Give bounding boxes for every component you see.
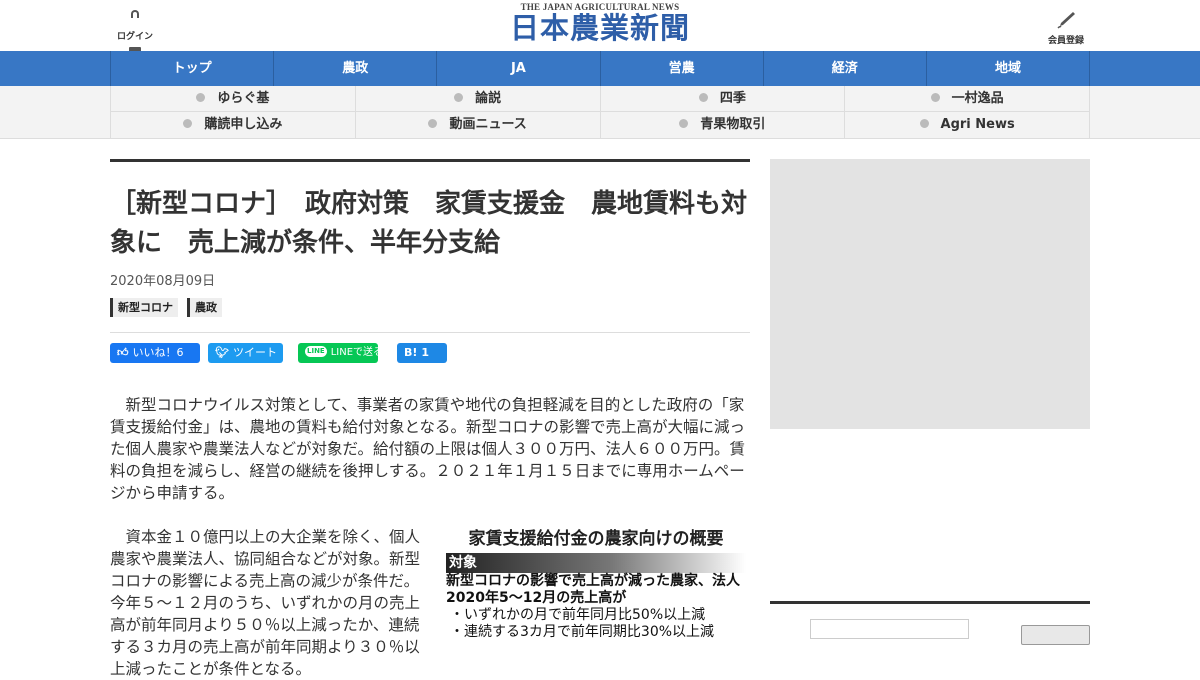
bullet-icon bbox=[679, 119, 689, 128]
main-nav: トップ 農政 JA 営農 経済 地域 bbox=[0, 51, 1200, 86]
nav-item-region[interactable]: 地域 bbox=[927, 51, 1091, 86]
sub-nav: ゆらぐ基 論説 四季 一村逸品 購読申し込み 動画ニュース 青果物取引 Agri… bbox=[0, 86, 1200, 139]
site-header: ログイン THE JAPAN AGRICULTURAL NEWS 日本農業新聞 … bbox=[0, 0, 1200, 57]
subnav-item[interactable]: 論説 bbox=[355, 86, 601, 112]
subnav-item[interactable]: 動画ニュース bbox=[356, 112, 601, 138]
divider bbox=[110, 332, 750, 333]
subnav-label: 購読申し込み bbox=[204, 117, 283, 132]
figure-text: 新型コロナの影響で売上高が減った農家、法人 bbox=[446, 573, 740, 589]
sidebar-search-input[interactable] bbox=[810, 619, 969, 639]
facebook-like-button[interactable]: 👍︎ いいね！6 bbox=[110, 343, 200, 363]
signup-label: 会員登録 bbox=[1047, 36, 1084, 46]
figure-bullet: ・連続する3カ月で前年同期比30%以上減 bbox=[450, 624, 715, 640]
subnav-item[interactable]: 四季 bbox=[600, 86, 846, 112]
logo-japanese: 日本農業新聞 bbox=[509, 11, 690, 45]
signup-button[interactable]: 会員登録 bbox=[1042, 10, 1090, 46]
nav-item-economy[interactable]: 経済 bbox=[764, 51, 927, 86]
login-label: ログイン bbox=[116, 32, 153, 42]
subnav-label: 動画ニュース bbox=[449, 117, 527, 132]
article-paragraph: 新型コロナウイルス対策として、事業者の家賃や地代の負担軽減を目的とした政府の「家… bbox=[110, 396, 746, 502]
article-paragraph: 資本金１０億円以上の大企業を除く、個人農家や農業法人、協同組合などが対象。新型コ… bbox=[110, 528, 421, 678]
figure-text: 2020年5〜12月の売上高が bbox=[446, 590, 627, 606]
hatena-count: 1 bbox=[421, 346, 430, 359]
article-title: ［新型コロナ］ 政府対策 家賃支援金 農地賃料も対象に 売上減が条件、半年分支給 bbox=[110, 189, 748, 258]
thumbs-up-icon: 👍︎ bbox=[117, 346, 129, 359]
subnav-label: 一村逸品 bbox=[951, 91, 1004, 106]
tag-list: 新型コロナ 農政 bbox=[110, 298, 750, 317]
nav-item-top[interactable]: トップ bbox=[111, 51, 275, 86]
twitter-bird-icon: 🐦︎ bbox=[215, 346, 229, 359]
subnav-label: 論説 bbox=[475, 91, 502, 106]
article-date: 2020年08月09日 bbox=[110, 274, 216, 289]
line-logo-icon: LINE bbox=[305, 345, 327, 357]
subnav-label: Agri News bbox=[940, 117, 1015, 132]
ad-placeholder[interactable] bbox=[770, 159, 1090, 429]
facebook-like-label: いいね！6 bbox=[132, 346, 184, 359]
subnav-item[interactable]: ゆらぐ基 bbox=[111, 86, 356, 112]
sidebar-divider bbox=[770, 601, 1090, 604]
tag-policy[interactable]: 農政 bbox=[187, 298, 222, 317]
lock-icon bbox=[129, 10, 141, 57]
bullet-icon bbox=[454, 93, 464, 102]
tweet-button[interactable]: 🐦︎ ツイート bbox=[208, 343, 283, 363]
pen-icon bbox=[1057, 12, 1075, 29]
figure-title: 家賃支援給付金の農家向けの概要 bbox=[468, 529, 724, 549]
login-button[interactable]: ログイン bbox=[115, 10, 155, 57]
line-label: LINEで送る bbox=[330, 347, 384, 358]
hatena-bookmark-button[interactable]: B! 1 bbox=[397, 343, 447, 363]
line-share-button[interactable]: LINE LINEで送る bbox=[298, 343, 383, 363]
bullet-icon bbox=[930, 93, 940, 102]
subnav-label: 青果物取引 bbox=[700, 117, 766, 132]
nav-item-farming[interactable]: 営農 bbox=[601, 51, 764, 86]
share-buttons: 👍︎ いいね！6 🐦︎ ツイート LINE LINEで送る B! 1 bbox=[110, 343, 750, 363]
hatena-b-icon: B! bbox=[404, 346, 418, 359]
article: ［新型コロナ］ 政府対策 家賃支援金 農地賃料も対象に 売上減が条件、半年分支給… bbox=[110, 159, 750, 680]
subnav-item[interactable]: Agri News bbox=[845, 112, 1090, 138]
article-divider bbox=[110, 159, 750, 162]
sidebar-search-button[interactable] bbox=[1021, 625, 1090, 645]
subnav-item[interactable]: 一村逸品 bbox=[845, 86, 1090, 112]
article-body: 新型コロナウイルス対策として、事業者の家賃や地代の負担軽減を目的とした政府の「家… bbox=[110, 394, 750, 680]
bullet-icon bbox=[183, 119, 193, 128]
summary-figure: 家賃支援給付金の農家向けの概要 対象 新型コロナの影響で売上高が減った農家、法人… bbox=[446, 528, 746, 641]
bullet-icon bbox=[428, 119, 438, 128]
subnav-item[interactable]: 青果物取引 bbox=[601, 112, 846, 138]
bullet-icon bbox=[698, 93, 708, 102]
subnav-label: ゆらぐ基 bbox=[217, 91, 270, 106]
nav-item-ja[interactable]: JA bbox=[437, 51, 601, 86]
tag-corona[interactable]: 新型コロナ bbox=[110, 298, 178, 317]
subnav-item[interactable]: 購読申し込み bbox=[111, 112, 356, 138]
figure-band: 対象 bbox=[446, 553, 746, 573]
site-logo[interactable]: THE JAPAN AGRICULTURAL NEWS 日本農業新聞 bbox=[504, 2, 696, 44]
figure-bullet: ・いずれかの月で前年同月比50%以上減 bbox=[450, 607, 706, 623]
bullet-icon bbox=[196, 93, 206, 102]
nav-item-policy[interactable]: 農政 bbox=[274, 51, 438, 86]
bullet-icon bbox=[919, 119, 929, 128]
subnav-label: 四季 bbox=[719, 91, 746, 106]
tweet-label: ツイート bbox=[232, 346, 277, 359]
